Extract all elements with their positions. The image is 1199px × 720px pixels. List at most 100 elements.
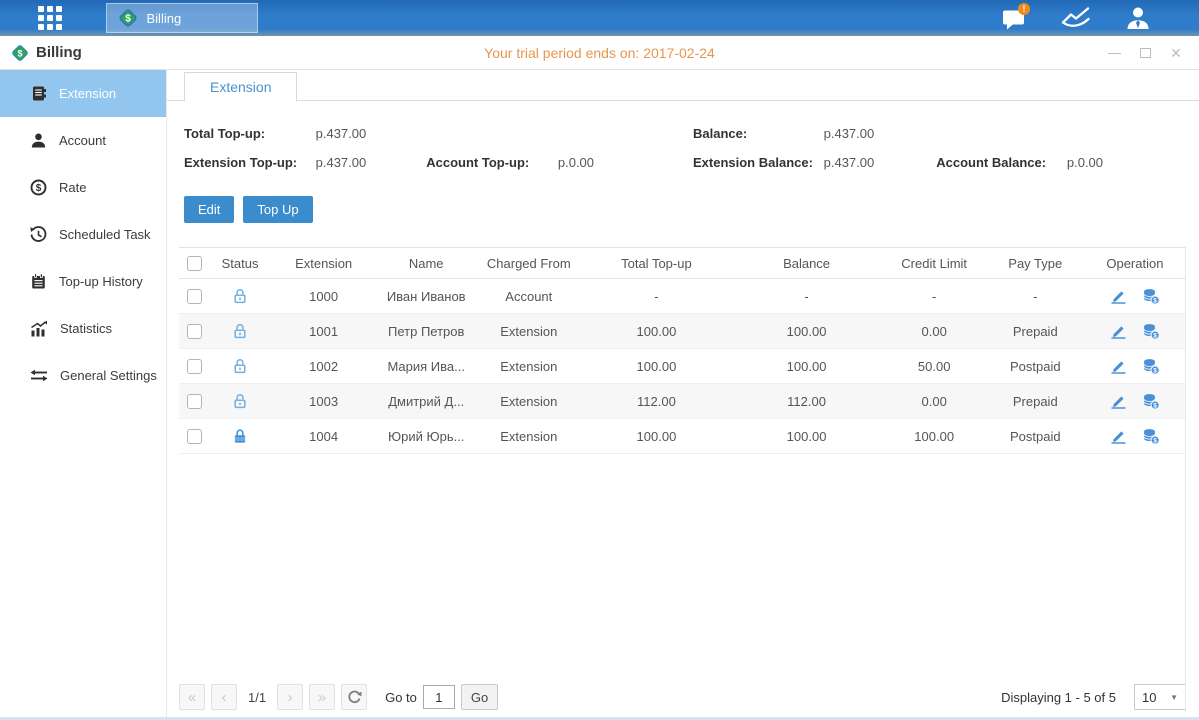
refresh-icon: [347, 690, 362, 705]
column-header-extension: Extension: [271, 248, 376, 279]
content-area: Extension Total Top-up: p.437.00 Extensi…: [167, 70, 1199, 720]
cell-status: [209, 384, 271, 419]
vertical-divider: [1185, 246, 1186, 712]
account-person-icon: [30, 132, 47, 149]
status-unlocked-icon: [232, 323, 248, 340]
sidebar-item-account[interactable]: Account: [0, 117, 166, 164]
cell-status: [209, 419, 271, 454]
top-up-icon[interactable]: $: [1142, 393, 1160, 410]
top-up-icon[interactable]: $: [1142, 323, 1160, 340]
line-chart-icon: [1061, 6, 1091, 30]
window-titlebar: $ Billing Your trial period ends on: 201…: [0, 36, 1199, 70]
sidebar-item-label: Scheduled Task: [59, 227, 151, 242]
cell-credit-limit: 50.00: [882, 349, 987, 384]
cell-name: Мария Ива...: [376, 349, 476, 384]
user-account-icon[interactable]: [1125, 5, 1151, 31]
cell-operation: $: [1084, 384, 1186, 419]
page-size-select[interactable]: 10 ▼: [1134, 684, 1186, 710]
last-page-button[interactable]: »: [309, 684, 335, 710]
trial-notice: Your trial period ends on: 2017-02-24: [0, 45, 1199, 61]
go-button[interactable]: Go: [461, 684, 498, 710]
column-header-operation: Operation: [1084, 248, 1186, 279]
top-up-icon[interactable]: $: [1142, 288, 1160, 305]
notifications-icon[interactable]: !: [1002, 7, 1027, 30]
svg-text:$: $: [1154, 297, 1158, 304]
prev-page-button[interactable]: ‹: [211, 684, 237, 710]
tab-extension[interactable]: Extension: [184, 72, 297, 102]
goto-label: Go to: [385, 690, 417, 705]
first-page-button[interactable]: «: [179, 684, 205, 710]
status-unlocked-icon: [232, 393, 248, 410]
svg-text:$: $: [1154, 367, 1158, 374]
top-up-icon[interactable]: $: [1142, 358, 1160, 375]
sidebar-item-scheduled-task[interactable]: Scheduled Task: [0, 211, 166, 258]
status-unlocked-icon: [232, 288, 248, 305]
cell-operation: $: [1084, 314, 1186, 349]
app-launcher-icon[interactable]: [38, 6, 62, 30]
minimize-button[interactable]: [1107, 46, 1121, 60]
scheduled-task-clock-icon: [30, 226, 47, 243]
top-up-icon[interactable]: $: [1142, 428, 1160, 445]
column-header-status: Status: [209, 248, 271, 279]
edit-icon[interactable]: [1109, 288, 1128, 304]
cell-name: Дмитрий Д...: [376, 384, 476, 419]
rate-dollar-icon: $: [30, 179, 47, 196]
total-topup-value: p.437.00: [316, 126, 423, 141]
cell-extension: 1003: [271, 384, 376, 419]
row-checkbox[interactable]: [187, 359, 202, 374]
cell-name: Петр Петров: [376, 314, 476, 349]
goto-page-input[interactable]: [423, 685, 455, 709]
balance-label: Balance:: [693, 126, 820, 141]
svg-text:$: $: [125, 14, 131, 25]
close-button[interactable]: ✕: [1169, 46, 1183, 60]
cell-status: [209, 279, 271, 314]
cell-balance: 100.00: [731, 349, 881, 384]
cell-operation: $: [1084, 279, 1186, 314]
refresh-button[interactable]: [341, 684, 367, 710]
edit-icon[interactable]: [1109, 428, 1128, 444]
billing-app-icon: $: [117, 7, 139, 29]
cell-total-top-up: -: [581, 279, 731, 314]
edit-icon[interactable]: [1109, 393, 1128, 409]
column-header-charged-from: Charged From: [476, 248, 581, 279]
sidebar-item-label: Top-up History: [59, 274, 143, 289]
cell-total-top-up: 112.00: [581, 384, 731, 419]
edit-icon[interactable]: [1109, 323, 1128, 339]
row-checkbox[interactable]: [187, 394, 202, 409]
next-page-button[interactable]: ›: [277, 684, 303, 710]
sidebar-item-extension[interactable]: Extension: [0, 70, 166, 117]
extension-balance-label: Extension Balance:: [693, 155, 820, 170]
monitor-chart-icon[interactable]: [1061, 6, 1091, 30]
column-header-name: Name: [376, 248, 476, 279]
cell-status: [209, 349, 271, 384]
top-up-button[interactable]: Top Up: [243, 196, 312, 223]
edit-button[interactable]: Edit: [184, 196, 234, 223]
page-indicator: 1/1: [248, 690, 266, 705]
statistics-chart-icon: [30, 320, 48, 337]
svg-text:$: $: [36, 183, 42, 194]
cell-extension: 1000: [271, 279, 376, 314]
account-balance-value: p.0.00: [1067, 155, 1176, 170]
edit-icon[interactable]: [1109, 358, 1128, 374]
sidebar-item-rate[interactable]: $ Rate: [0, 164, 166, 211]
table-row: 1004Юрий Юрь...Extension100.00100.00100.…: [179, 419, 1186, 454]
sidebar-item-statistics[interactable]: Statistics: [0, 305, 166, 352]
taskbar-billing-tab[interactable]: $ Billing: [106, 3, 258, 33]
maximize-button[interactable]: [1138, 46, 1152, 60]
cell-charged-from: Extension: [476, 384, 581, 419]
sidebar-item-general-settings[interactable]: General Settings: [0, 352, 166, 399]
sidebar-item-topup-history[interactable]: Top-up History: [0, 258, 166, 305]
row-checkbox[interactable]: [187, 324, 202, 339]
cell-credit-limit: -: [882, 279, 987, 314]
row-checkbox[interactable]: [187, 289, 202, 304]
chevron-down-icon: ▼: [1170, 693, 1178, 702]
tab-bar: Extension: [167, 72, 1199, 101]
cell-charged-from: Extension: [476, 314, 581, 349]
column-header-balance: Balance: [731, 248, 881, 279]
cell-pay-type: -: [987, 279, 1084, 314]
row-checkbox[interactable]: [187, 429, 202, 444]
extension-table: Status Extension Name Charged From Total…: [179, 247, 1186, 454]
select-all-checkbox[interactable]: [187, 256, 202, 271]
sidebar: Extension Account $ Rate: [0, 70, 167, 720]
cell-extension: 1002: [271, 349, 376, 384]
